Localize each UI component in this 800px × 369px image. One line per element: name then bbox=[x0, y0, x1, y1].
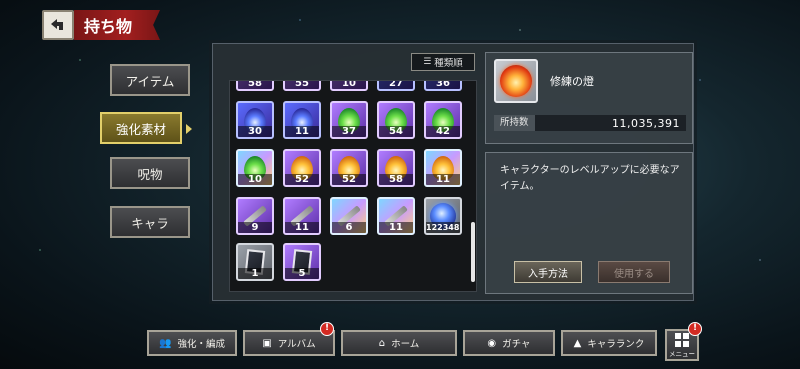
item-count: 52 bbox=[285, 174, 319, 185]
item-cell[interactable]: 11 bbox=[283, 101, 321, 139]
item-cell[interactable]: 55 bbox=[283, 81, 321, 91]
quantity-label: 所持数 bbox=[494, 115, 535, 131]
item-cell[interactable]: 42 bbox=[424, 101, 462, 139]
menu-notification-badge: ! bbox=[688, 322, 702, 336]
item-count: 42 bbox=[426, 126, 460, 137]
item-count: 11 bbox=[285, 222, 319, 233]
nav-enhance-label: 強化・編成 bbox=[177, 339, 225, 350]
album-notification-badge: ! bbox=[320, 322, 334, 336]
back-arrow-icon bbox=[51, 19, 63, 30]
item-count: 11 bbox=[379, 222, 413, 233]
item-count: 30 bbox=[238, 126, 272, 137]
item-count: 58 bbox=[238, 81, 272, 89]
item-count: 27 bbox=[379, 81, 413, 89]
item-cell[interactable]: 58 bbox=[236, 81, 274, 91]
album-icon: ▣ bbox=[262, 337, 272, 349]
item-name: 修練の燈 bbox=[550, 75, 594, 88]
item-count: 11 bbox=[285, 126, 319, 137]
rank-icon: ▲ bbox=[573, 337, 582, 349]
acquire-method-button[interactable]: 入手方法 bbox=[514, 261, 582, 283]
nav-home-label: ホーム bbox=[391, 339, 420, 350]
item-description: キャラクターのレベルアップに必要なアイテム。 bbox=[500, 165, 680, 192]
menu-label: メニュー bbox=[669, 349, 695, 358]
quantity-value: 11,035,391 bbox=[612, 116, 680, 130]
item-count: 37 bbox=[332, 126, 366, 137]
item-count: 36 bbox=[426, 81, 460, 89]
use-button[interactable]: 使用する bbox=[598, 261, 670, 283]
nav-home[interactable]: ⌂ ホーム bbox=[341, 330, 457, 356]
item-count: 58 bbox=[379, 174, 413, 185]
item-cell[interactable]: 36 bbox=[424, 81, 462, 91]
item-cell[interactable]: 9 bbox=[236, 197, 274, 235]
item-cell[interactable]: 11 bbox=[283, 197, 321, 235]
item-header: 修練の燈 所持数 11,035,391 bbox=[485, 52, 693, 144]
nav-gacha[interactable]: ◉ ガチャ bbox=[463, 330, 555, 356]
item-cell[interactable]: 58 bbox=[377, 149, 415, 187]
gacha-icon: ◉ bbox=[487, 337, 497, 349]
tab-items[interactable]: アイテム bbox=[110, 64, 190, 96]
tab-enhance-materials[interactable]: 強化素材 bbox=[100, 112, 182, 144]
home-icon: ⌂ bbox=[378, 337, 386, 349]
active-tab-arrow-icon bbox=[186, 124, 192, 134]
item-cell[interactable]: 11 bbox=[424, 149, 462, 187]
tab-cursed-objects[interactable]: 呪物 bbox=[110, 157, 190, 189]
item-cell[interactable]: 6 bbox=[330, 197, 368, 235]
item-grid: 58 55 10 27 36 30 11 37 54 42 10 52 52 5… bbox=[229, 80, 477, 292]
item-count: 1 bbox=[238, 268, 272, 279]
item-description-box: キャラクターのレベルアップに必要なアイテム。 入手方法 使用する bbox=[485, 152, 693, 294]
item-count: 52 bbox=[332, 174, 366, 185]
item-count: 9 bbox=[238, 222, 272, 233]
item-cell[interactable]: 10 bbox=[330, 81, 368, 91]
sort-icon: ☰ bbox=[423, 57, 431, 67]
item-count: 55 bbox=[285, 81, 319, 89]
item-cell[interactable]: 30 bbox=[236, 101, 274, 139]
item-cell[interactable]: 1223482 bbox=[424, 197, 462, 235]
people-icon: 👥 bbox=[159, 337, 172, 349]
sort-label: 種類順 bbox=[434, 58, 463, 69]
item-count: 5 bbox=[285, 268, 319, 279]
nav-gacha-label: ガチャ bbox=[502, 339, 531, 350]
grid-scrollbar[interactable] bbox=[471, 222, 475, 282]
item-count: 54 bbox=[379, 126, 413, 137]
item-cell[interactable]: 37 bbox=[330, 101, 368, 139]
item-cell[interactable]: 27 bbox=[377, 81, 415, 91]
item-count: 11 bbox=[426, 174, 460, 185]
item-count: 10 bbox=[238, 174, 272, 185]
item-icon bbox=[494, 59, 538, 103]
item-detail-panel: 修練の燈 所持数 11,035,391 キャラクターのレベルアップに必要なアイテ… bbox=[485, 52, 693, 294]
item-cell[interactable]: 52 bbox=[330, 149, 368, 187]
ember-icon bbox=[500, 65, 532, 97]
quantity-row: 所持数 11,035,391 bbox=[494, 115, 686, 131]
back-button[interactable] bbox=[42, 10, 74, 40]
menu-grid-icon bbox=[675, 332, 689, 347]
item-cell[interactable]: 10 bbox=[236, 149, 274, 187]
item-count: 6 bbox=[332, 222, 366, 233]
nav-enhance[interactable]: 👥 強化・編成 bbox=[147, 330, 237, 356]
item-cell[interactable]: 52 bbox=[283, 149, 321, 187]
item-count: 10 bbox=[332, 81, 366, 89]
nav-chara-rank-label: キャラランク bbox=[587, 339, 645, 350]
item-cell[interactable]: 54 bbox=[377, 101, 415, 139]
item-cell[interactable]: 1 bbox=[236, 243, 274, 281]
tab-characters[interactable]: キャラ bbox=[110, 206, 190, 238]
page-title: 持ち物 bbox=[74, 10, 160, 40]
item-cell[interactable]: 11 bbox=[377, 197, 415, 235]
item-count: 1223482 bbox=[426, 222, 462, 233]
sort-button[interactable]: ☰ 種類順 bbox=[411, 53, 475, 71]
nav-album-label: アルバム bbox=[277, 339, 316, 350]
nav-chara-rank[interactable]: ▲ キャラランク bbox=[561, 330, 657, 356]
item-cell[interactable]: 5 bbox=[283, 243, 321, 281]
